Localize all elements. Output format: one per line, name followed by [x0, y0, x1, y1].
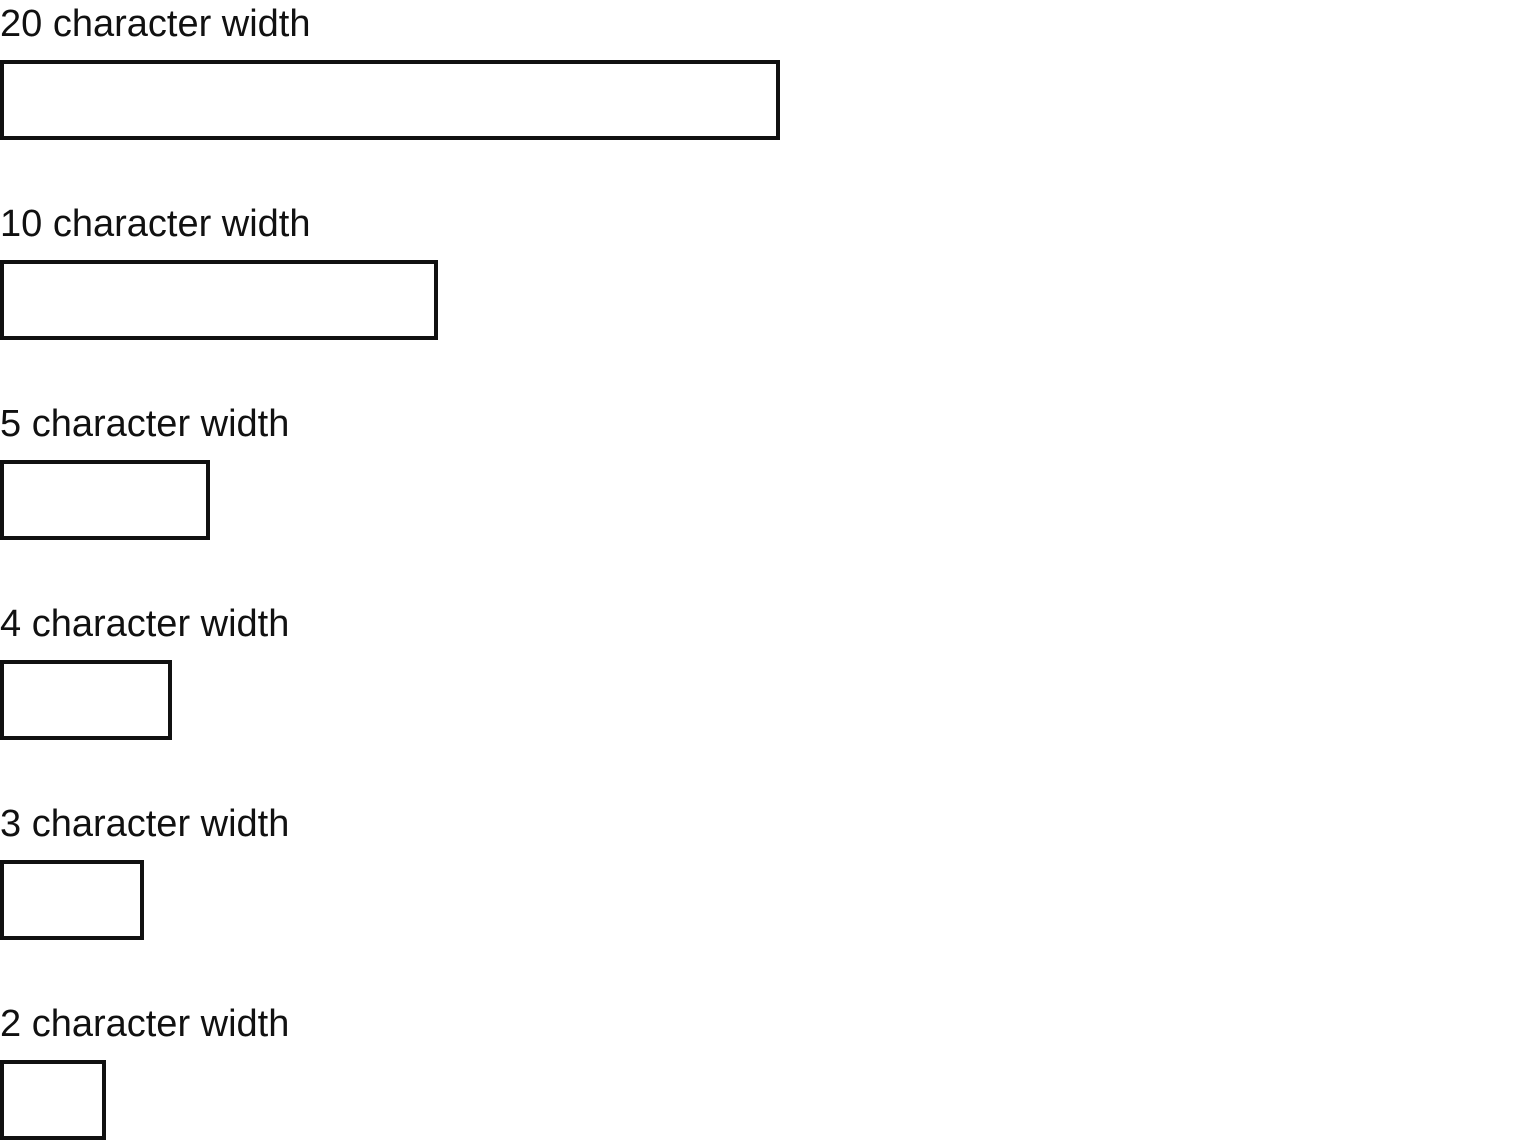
- field-group-3-char: 3 character width: [0, 800, 290, 940]
- text-input-4-char[interactable]: [0, 660, 172, 740]
- field-label-20-char: 20 character width: [0, 3, 311, 45]
- text-input-5-char[interactable]: [0, 460, 210, 540]
- field-group-2-char: 2 character width: [0, 1000, 290, 1140]
- field-label-10-char: 10 character width: [0, 203, 311, 245]
- text-input-20-char[interactable]: [0, 60, 780, 140]
- text-input-2-char[interactable]: [0, 1060, 106, 1140]
- field-label-4-char: 4 character width: [0, 603, 290, 645]
- field-group-5-char: 5 character width: [0, 400, 290, 540]
- field-group-4-char: 4 character width: [0, 600, 290, 740]
- text-input-10-char[interactable]: [0, 260, 438, 340]
- field-label-2-char: 2 character width: [0, 1003, 290, 1045]
- field-label-5-char: 5 character width: [0, 403, 290, 445]
- field-group-10-char: 10 character width: [0, 200, 438, 340]
- text-input-3-char[interactable]: [0, 860, 144, 940]
- field-group-20-char: 20 character width: [0, 0, 780, 140]
- field-label-3-char: 3 character width: [0, 803, 290, 845]
